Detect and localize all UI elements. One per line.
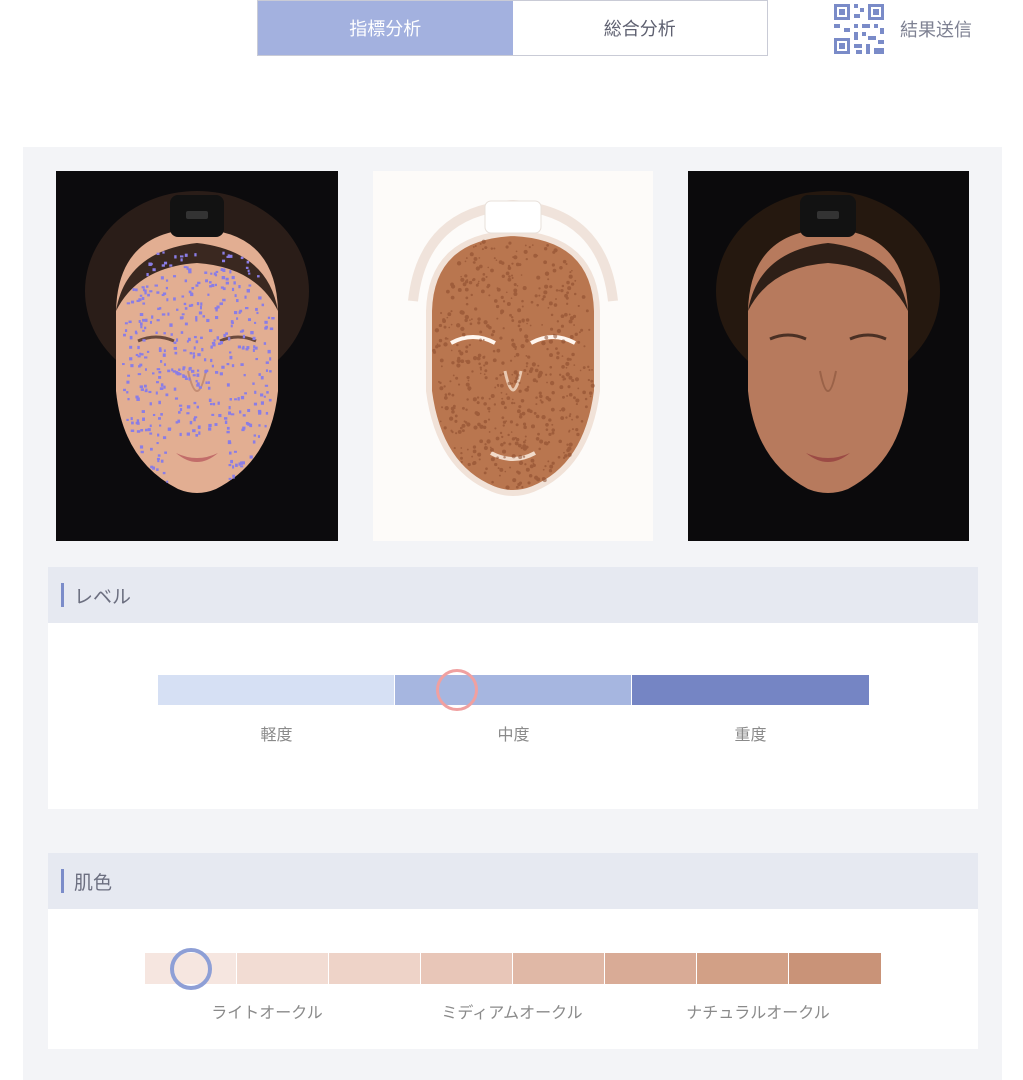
skin-tone-swatch-4 (421, 953, 512, 984)
skin-tone-section-title: 肌色 (74, 871, 113, 894)
level-marker[interactable] (435, 669, 478, 711)
send-result-label: 結果送信 (900, 20, 972, 41)
level-label-2: 中度 (497, 725, 530, 744)
level-label-1: 軽度 (260, 725, 293, 744)
level-section-body: 軽度 中度 重度 (48, 623, 978, 809)
analysis-panel: レベル 軽度 中度 重度 肌色 ライトオークル ミディアムオークル ナチュラルオークル (23, 147, 1002, 1080)
level-segment-1 (158, 675, 394, 705)
skin-tone-label-1: ライトオークル (211, 1003, 323, 1022)
tab-indicator-analysis[interactable]: 指標分析 (258, 1, 513, 55)
skin-tone-label-2: ミディアムオークル (441, 1003, 583, 1022)
skin-tone-label-3: ナチュラルオークル (686, 1003, 830, 1022)
skin-tone-marker[interactable] (170, 947, 212, 990)
skin-tone-swatch-2 (237, 953, 328, 984)
send-result-button[interactable]: 結果送信 (832, 2, 972, 56)
skin-tone-section-body: ライトオークル ミディアムオークル ナチュラルオークル (48, 909, 978, 1049)
level-segment-2 (395, 675, 631, 705)
level-segment-3 (632, 675, 869, 705)
skin-tone-section-header: 肌色 (48, 853, 978, 909)
qr-code-icon (834, 4, 884, 54)
level-label-3: 重度 (734, 725, 767, 744)
skin-tone-swatch-3 (329, 953, 420, 984)
face-photo-spot-overlay (56, 171, 338, 541)
face-photo-natural (688, 171, 969, 541)
skin-tone-swatch-7 (697, 953, 788, 984)
level-section-title: レベル (74, 585, 132, 608)
tab-overall-analysis[interactable]: 総合分析 (513, 1, 768, 55)
skin-tone-swatch-6 (605, 953, 696, 984)
analysis-tabs: 指標分析 総合分析 (257, 0, 768, 56)
level-section-header: レベル (48, 567, 978, 623)
skin-tone-swatch-8 (789, 953, 881, 984)
skin-tone-swatch-5 (513, 953, 604, 984)
face-photo-pigment-map (373, 171, 653, 541)
